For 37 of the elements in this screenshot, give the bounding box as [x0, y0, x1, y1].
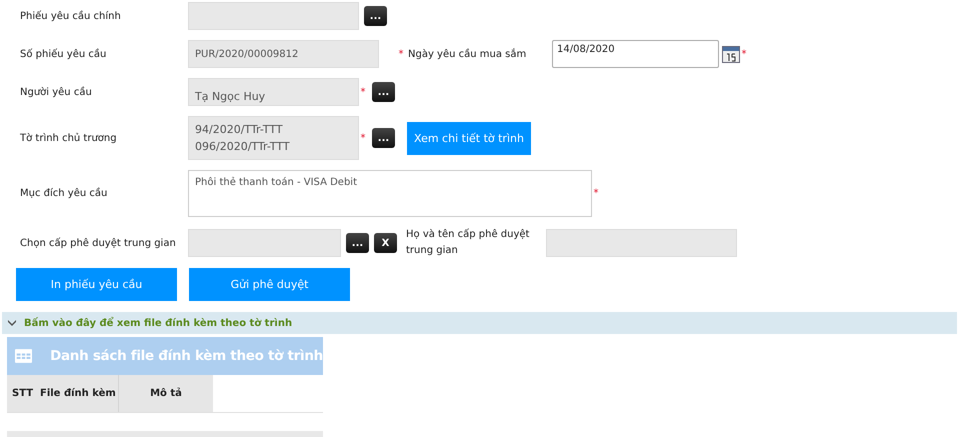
view-detail-button[interactable]: Xem chi tiết tờ trình: [407, 122, 531, 154]
input-field[interactable]: [546, 229, 737, 257]
field-label: Chọn cấp phê duyệt trung gian: [19, 238, 177, 248]
panel-title: Danh sách file đính kèm theo tờ trình: [50, 348, 323, 364]
lookup-button[interactable]: ...: [372, 128, 395, 148]
print-button[interactable]: In phiếu yêu cầu: [16, 268, 177, 301]
required-mark: *: [740, 48, 748, 60]
submit-button[interactable]: Gửi phê duyệt: [189, 268, 350, 301]
field-label: Số phiếu yêu cầu: [19, 48, 108, 60]
required-mark: *: [398, 48, 404, 60]
field-label: Ngày yêu cầu mua sắm: [408, 48, 528, 60]
field-label: Họ và tên cấp phê duyệt trung gian: [406, 228, 530, 258]
column-header: STT: [7, 375, 40, 412]
section-header[interactable]: Bấm vào đây để xem file đính kèm theo tờ trình: [2, 312, 957, 334]
field-label: Phiếu yêu cầu chính: [19, 10, 122, 22]
required-mark: *: [360, 86, 366, 98]
column-header: Mô tả: [119, 375, 213, 412]
lookup-button[interactable]: ...: [364, 6, 387, 26]
table-icon: [15, 348, 32, 364]
input-field[interactable]: 94/2020/TTr-TTT 096/2020/TTr-TTT: [188, 116, 359, 160]
lookup-button[interactable]: ...: [372, 82, 395, 102]
toggle-link[interactable]: Bấm vào đây để xem file đính kèm theo tờ trình: [24, 318, 292, 328]
field-label: Mục đích yêu cầu: [19, 188, 108, 199]
clear-button[interactable]: X: [374, 233, 397, 253]
date-field[interactable]: 14/08/2020: [552, 40, 719, 68]
required-mark: *: [360, 132, 366, 144]
input-field[interactable]: [188, 2, 359, 30]
column-header: File đính kèm: [40, 375, 119, 412]
required-mark: *: [592, 188, 600, 199]
text-area[interactable]: Phôi thẻ thanh toán - VISA Debit: [188, 170, 592, 217]
lookup-button[interactable]: ...: [346, 233, 369, 253]
input-field[interactable]: [188, 229, 341, 257]
input-field[interactable]: Tạ Ngọc Huy: [188, 78, 359, 106]
calendar-icon[interactable]: [722, 45, 740, 63]
input-field[interactable]: PUR/2020/00009812: [188, 40, 379, 68]
field-label: Người yêu cầu: [19, 86, 93, 98]
field-label: Tờ trình chủ trương: [19, 132, 118, 144]
